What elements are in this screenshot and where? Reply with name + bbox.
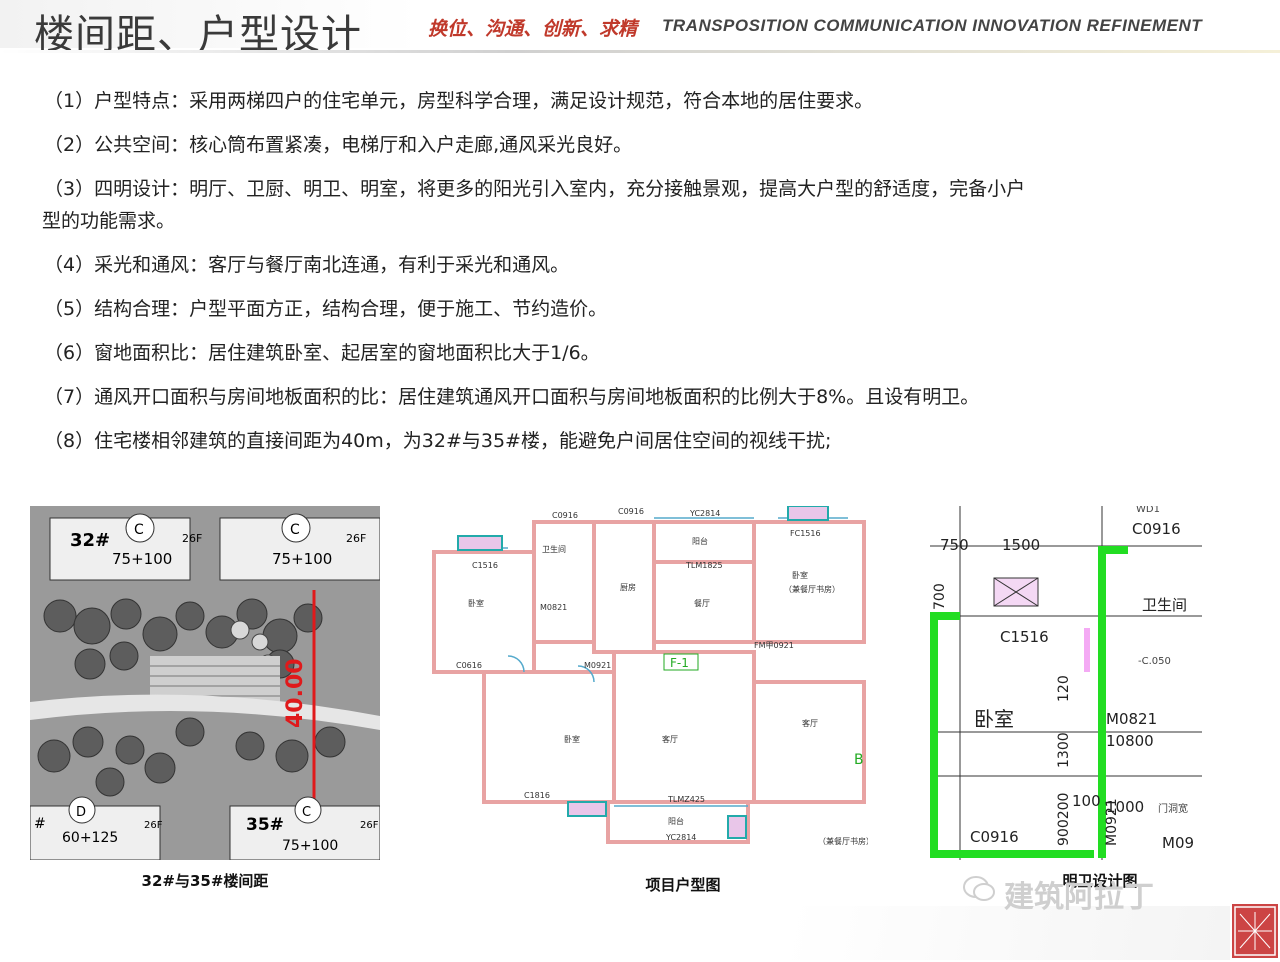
bathroom-detail-image: 750 1500 C0916 卫生间 C1516 卧室 M0821 10800 … xyxy=(930,506,1202,860)
site-plan-caption: 32#与35#楼间距 xyxy=(141,872,269,890)
detail-label-xj: 门洞宽 xyxy=(1158,802,1188,815)
paragraph-8: （8）住宅楼相邻建筑的直接间距为40m，为32#与35#楼，能避免户间居住空间的… xyxy=(44,430,832,452)
plan-label-c0916a: C0916 xyxy=(552,511,578,520)
content-body: （1）户型特点：采用两梯四户的住宅单元，房型科学合理，满足设计规范，符合本地的居… xyxy=(42,88,1244,472)
detail-label-750: 750 xyxy=(940,536,969,554)
site-distance-label: 40.00 xyxy=(283,658,308,728)
plan-label-c0616: C0616 xyxy=(456,661,482,670)
detail-label-wsj: 卫生间 xyxy=(1142,596,1187,614)
plan-label-m0821: M0821 xyxy=(540,603,567,612)
site-label-type1: 75+100 xyxy=(112,550,172,568)
plan-label-ws3: 卧室 xyxy=(564,734,580,744)
paragraph-3: （3）四明设计：明厅、卫厨、明卫、明室，将更多的阳光引入室内，充分接触景观，提高… xyxy=(44,178,1026,200)
detail-label-900200: 900200 xyxy=(1056,793,1072,846)
slogan: 换位、沟通、创新、求精 xyxy=(428,18,638,40)
detail-label-m0821: M0821 xyxy=(1106,710,1157,728)
plan-label-yc2814b: YC2814 xyxy=(665,833,696,842)
plan-label-tlm1825: TLM1825 xyxy=(685,561,723,570)
header: 楼间距、户型设计 换位、沟通、创新、求精 TRANSPOSITION COMMU… xyxy=(0,0,1280,58)
site-label-c2: C xyxy=(290,522,300,538)
detail-label-1300: 1300 xyxy=(1056,732,1072,768)
header-divider xyxy=(0,50,1280,53)
paragraph-4: （4）采光和通风：客厅与餐厅南北连通，有利于采光和通风。 xyxy=(44,254,570,276)
paragraph-3-continued: 型的功能需求。 xyxy=(42,210,176,232)
site-label-floors4: 26F xyxy=(360,820,379,831)
tagline: TRANSPOSITION COMMUNICATION INNOVATION R… xyxy=(662,16,1203,35)
plan-label-f1: F-1 xyxy=(670,656,689,670)
detail-label-c0916b: C0916 xyxy=(970,828,1019,846)
site-label-35: 35# xyxy=(246,815,284,835)
plan-label-ct: 餐厅 xyxy=(694,599,710,608)
plan-label-kt: 客厅 xyxy=(662,734,678,744)
site-label-type2: 75+100 xyxy=(272,550,332,568)
plan-label-fc1516: FC1516 xyxy=(790,529,821,538)
plan-label-c0916b: C0916 xyxy=(618,507,644,516)
site-label-type4: 60+125 xyxy=(62,830,118,846)
site-label-type3: 75+100 xyxy=(282,838,338,854)
detail-label-c0916: C0916 xyxy=(1132,520,1181,538)
site-label-floors1: 26F xyxy=(182,532,202,545)
site-label-32: 32# xyxy=(70,530,110,551)
detail-label-wd: WD1 xyxy=(1136,506,1160,515)
plan-label-sub1: （兼餐厅书房） xyxy=(784,584,840,594)
plan-label-yt1: 阳台 xyxy=(692,536,708,546)
plan-label-yc2814a: YC2814 xyxy=(689,509,720,518)
detail-label-c1516: C1516 xyxy=(1000,628,1049,646)
site-label-c1: C xyxy=(134,522,144,538)
plan-label-b: B xyxy=(854,752,864,768)
paragraph-5: （5）结构合理：户型平面方正，结构合理，便于施工、节约造价。 xyxy=(44,298,608,320)
site-plan-image: C C 32# 75+100 75+100 26F 26F 40.00 D C … xyxy=(30,506,380,860)
detail-label-c050: -C.050 xyxy=(1138,656,1171,667)
detail-label-700: 700 xyxy=(932,583,948,610)
site-label-c3: C xyxy=(302,805,311,820)
watermark-text: 建筑阿拉丁 xyxy=(1004,880,1154,915)
site-label-hash: # xyxy=(34,816,46,832)
detail-label-m0921: M0921 xyxy=(1104,798,1120,846)
plan-label-c1816: C1816 xyxy=(524,791,550,800)
detail-label-100: 100 xyxy=(1072,792,1101,810)
floor-plan-image: C0916 C0916 YC2814 FC1516 C1516 卫生间 阳台 T… xyxy=(428,506,868,866)
plan-label-fm: FM甲0921 xyxy=(754,641,794,650)
detail-label-120: 120 xyxy=(1056,675,1072,702)
plan-label-c1516: C1516 xyxy=(472,561,498,570)
wechat-icon xyxy=(962,874,996,904)
plan-label-kt2: 客厅 xyxy=(802,718,818,728)
plan-label-yt2: 阳台 xyxy=(668,816,684,826)
plan-label-ws2: 卧室 xyxy=(792,570,808,580)
plan-label-ws1: 卧室 xyxy=(468,598,484,608)
detail-label-m09: M09 xyxy=(1162,834,1194,852)
plan-label-wsj: 卫生间 xyxy=(542,544,566,554)
logo-stamp xyxy=(1232,904,1278,958)
paragraph-1: （1）户型特点：采用两梯四户的住宅单元，房型科学合理，满足设计规范，符合本地的居… xyxy=(44,90,874,112)
plan-label-cf: 厨房 xyxy=(620,582,636,592)
detail-label-1500: 1500 xyxy=(1002,536,1040,554)
paragraph-7: （7）通风开口面积与房间地板面积的比：居住建筑通风开口面积与房间地板面积的比例大… xyxy=(44,386,980,408)
site-label-floors2: 26F xyxy=(346,532,366,545)
plan-label-tlmz: TLMZ425 xyxy=(667,795,705,804)
paragraph-2: （2）公共空间：核心筒布置紧凑，电梯厅和入户走廊,通风采光良好。 xyxy=(44,134,633,156)
detail-label-10800: 10800 xyxy=(1106,732,1154,750)
plan-label-sub2: （兼餐厅书房） xyxy=(818,836,868,846)
site-label-floors3: 26F xyxy=(144,820,163,831)
detail-label-ws: 卧室 xyxy=(974,707,1014,731)
plan-label-m0921: M0921 xyxy=(584,661,611,670)
paragraph-6: （6）窗地面积比：居住建筑卧室、起居室的窗地面积比大于1/6。 xyxy=(44,342,600,364)
site-label-d1: D xyxy=(76,805,86,820)
floor-plan-caption: 项目户型图 xyxy=(645,876,721,894)
